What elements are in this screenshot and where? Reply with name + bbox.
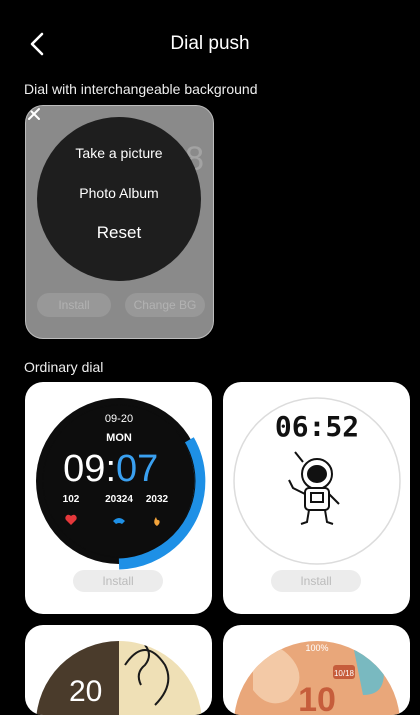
dial-4-date: 10/18 (334, 669, 355, 678)
dial-1-weekday: MON (106, 432, 132, 444)
dial-1-stat-steps: 20324 (105, 494, 133, 505)
dial-1-stat-calories: 2032 (146, 494, 169, 505)
background-options-popup: Take a picture Photo Album Reset (37, 117, 201, 281)
page-title: Dial push (170, 33, 250, 54)
dial-1-date: 09-20 (105, 413, 133, 425)
dial-card-3[interactable]: 20 (25, 625, 212, 715)
dial-1-stat-heart: 102 (63, 494, 80, 505)
close-icon[interactable] (26, 106, 42, 122)
section-label-interchangeable: Dial with interchangeable background (24, 81, 258, 97)
install-button-disabled: Install (37, 293, 111, 317)
install-button-dial-2[interactable]: Install (271, 570, 361, 592)
header: Dial push (0, 0, 420, 88)
photo-album-option[interactable]: Photo Album (37, 185, 201, 201)
dial-1-minute: 07 (116, 448, 158, 490)
dial-3-face: 20 (36, 641, 202, 715)
take-picture-option[interactable]: Take a picture (37, 145, 201, 161)
install-button-dial-1[interactable]: Install (73, 570, 163, 592)
reset-option[interactable]: Reset (37, 223, 201, 243)
dial-card-2[interactable]: 06:52 Install (223, 382, 410, 614)
dial-1-hour: 09: (63, 448, 116, 490)
section-label-ordinary: Ordinary dial (24, 359, 104, 375)
dial-4-face: 100% 10/18 10 (234, 641, 400, 715)
dial-card-4[interactable]: 100% 10/18 10 (223, 625, 410, 715)
dial-2-time: 06:52 (275, 410, 359, 443)
dial-4-number: 10 (298, 681, 336, 715)
dial-3-number: 20 (69, 675, 102, 708)
change-bg-button-disabled: Change BG (125, 293, 205, 317)
dial-4-battery: 100% (305, 643, 328, 653)
dial-card-1[interactable]: 09-20 MON 09: 07 102 20324 2032 Install (25, 382, 212, 614)
interchangeable-dial-card[interactable]: 13:08 10 Install Change BG Take a pictur… (25, 105, 214, 339)
